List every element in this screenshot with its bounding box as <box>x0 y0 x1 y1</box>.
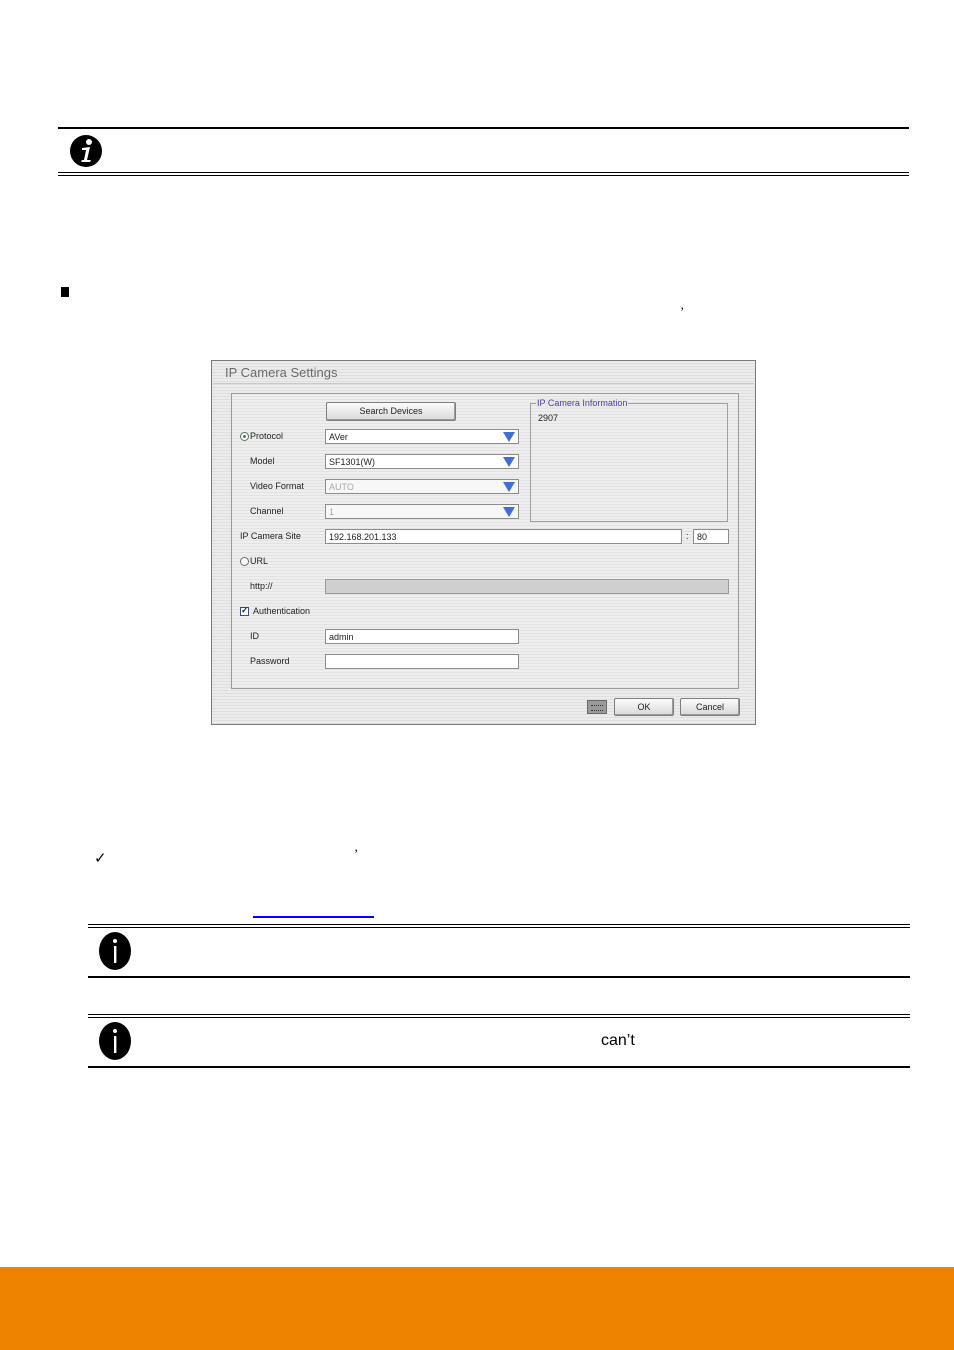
bullet-square-icon <box>61 287 69 297</box>
note-top-rule-2 <box>88 927 910 928</box>
channel-label: Channel <box>250 506 284 516</box>
info-icon <box>99 1022 131 1060</box>
password-label: Password <box>250 656 290 666</box>
info-icon <box>70 135 102 167</box>
ip-camera-site-input[interactable]: 192.168.201.133 <box>325 529 682 544</box>
ip-camera-information-value: 2907 <box>538 413 559 423</box>
protocol-value: AVer <box>329 432 348 442</box>
port-separator: : <box>686 531 689 541</box>
dropdown-arrow-icon <box>503 507 515 517</box>
note-bottom-rule <box>58 172 909 173</box>
note-text: can’t <box>601 1032 635 1049</box>
dropdown-arrow-icon <box>503 457 515 467</box>
info-icon <box>99 932 131 970</box>
dropdown-arrow-icon <box>503 482 515 492</box>
cancel-button[interactable]: Cancel <box>680 698 740 716</box>
note-bottom-rule-2 <box>58 175 909 176</box>
authentication-label: Authentication <box>253 606 311 616</box>
channel-value: 1 <box>329 507 335 517</box>
port-input[interactable]: 80 <box>693 529 729 544</box>
note-top-rule-2 <box>88 1017 910 1018</box>
note-bottom-rule <box>88 1066 910 1068</box>
model-value: SF1301(W) <box>329 457 376 467</box>
protocol-radio[interactable] <box>240 432 249 441</box>
id-input[interactable]: admin <box>325 629 519 644</box>
url-label: URL <box>250 556 269 566</box>
apostrophe-text: ’ <box>354 846 359 861</box>
dropdown-arrow-icon <box>503 432 515 442</box>
ok-button[interactable]: OK <box>614 698 674 716</box>
dialog-title: IP Camera Settings <box>225 365 338 380</box>
video-format-dropdown[interactable]: AUTO <box>325 479 519 494</box>
note-bottom-rule <box>88 976 910 978</box>
ip-camera-information-group: IP Camera Information 2907 <box>530 398 728 522</box>
protocol-dropdown[interactable]: AVer <box>325 429 519 444</box>
keyboard-icon[interactable] <box>587 700 607 714</box>
url-radio[interactable] <box>240 557 249 566</box>
link[interactable] <box>253 916 374 918</box>
channel-dropdown[interactable]: 1 <box>325 504 519 519</box>
video-format-label: Video Format <box>250 481 304 491</box>
footer-bar <box>0 1267 954 1350</box>
ip-camera-settings-dialog: IP Camera Settings Search Devices Protoc… <box>211 360 756 725</box>
model-label: Model <box>250 456 275 466</box>
ip-camera-site-label: IP Camera Site <box>240 531 301 541</box>
apostrophe-text: ’ <box>680 304 685 319</box>
model-dropdown[interactable]: SF1301(W) <box>325 454 519 469</box>
video-format-value: AUTO <box>329 482 354 492</box>
note-top-rule <box>88 924 910 925</box>
settings-panel: Search Devices Protocol AVer Model SF130… <box>231 393 739 689</box>
protocol-label: Protocol <box>250 431 284 441</box>
note-top-rule <box>88 1014 910 1015</box>
search-devices-button[interactable]: Search Devices <box>326 402 456 421</box>
note-top-rule <box>58 127 909 129</box>
authentication-checkbox[interactable] <box>240 605 249 616</box>
dialog-title-divider <box>213 383 754 384</box>
ip-camera-information-title: IP Camera Information <box>536 398 629 408</box>
http-prefix-label: http:// <box>250 581 273 591</box>
url-input[interactable] <box>325 579 729 594</box>
password-input[interactable] <box>325 654 519 669</box>
id-label: ID <box>250 631 259 641</box>
checkmark-bullet-icon: ✓ <box>94 849 107 867</box>
